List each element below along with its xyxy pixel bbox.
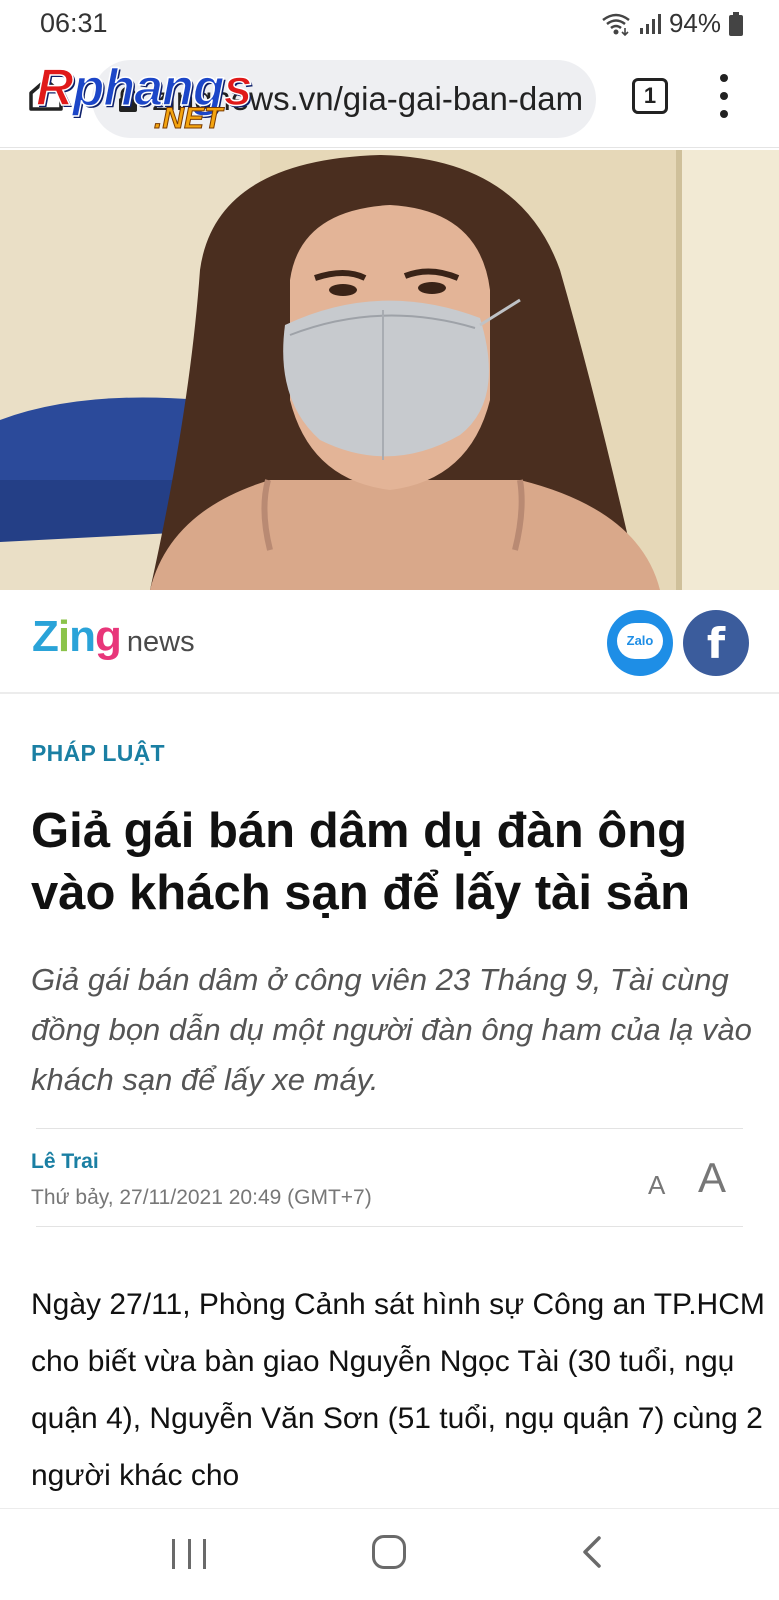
zalo-icon: Zalo (617, 623, 663, 659)
article-hero-image (0, 150, 779, 590)
logo-suffix: news (126, 626, 195, 658)
watermark-logo: Rphangs .NET (35, 58, 276, 142)
decrease-font-button[interactable]: A (648, 1170, 665, 1201)
page: 06:31 94% zingnews.vn/gia-gai-ban-dam 1 … (0, 0, 779, 1600)
facebook-share-button[interactable]: f (683, 610, 749, 676)
article-title: Giả gái bán dâm dụ đàn ông vào khách sạn… (31, 804, 691, 920)
increase-font-button[interactable]: A (698, 1154, 726, 1202)
divider (36, 1226, 743, 1227)
tab-switcher-button[interactable]: 1 (632, 78, 668, 114)
battery-icon (729, 11, 743, 36)
article-summary: Giả gái bán dâm ở công viên 23 Tháng 9, … (31, 962, 752, 1097)
article-author[interactable]: Lê Trai (31, 1150, 99, 1174)
recent-apps-icon[interactable] (172, 1539, 206, 1569)
site-brand-bar: Zing news Zalo f (0, 590, 779, 694)
zing-news-logo[interactable]: Zing news (32, 612, 195, 662)
battery-percent: 94% (668, 8, 721, 38)
article-body: Ngày 27/11, Phòng Cảnh sát hình sự Công … (31, 1288, 765, 1492)
wifi-icon (602, 13, 630, 36)
watermark-suffix: .NET (153, 102, 223, 136)
home-nav-icon[interactable] (372, 1535, 406, 1569)
status-icons: 94% (601, 8, 743, 39)
publish-date: Thứ bảy, 27/11/2021 20:49 (GMT+7) (31, 1186, 372, 1209)
menu-icon[interactable] (712, 74, 736, 118)
article-category[interactable]: PHÁP LUẬT (31, 740, 165, 767)
zalo-share-button[interactable]: Zalo (607, 610, 673, 676)
signal-icon (639, 13, 661, 34)
system-nav-bar (0, 1508, 779, 1600)
status-time: 06:31 (40, 8, 108, 38)
back-icon[interactable] (580, 1535, 604, 1569)
status-bar: 06:31 94% (0, 0, 779, 50)
logo-word: Zing (32, 612, 122, 661)
divider (36, 1128, 743, 1129)
